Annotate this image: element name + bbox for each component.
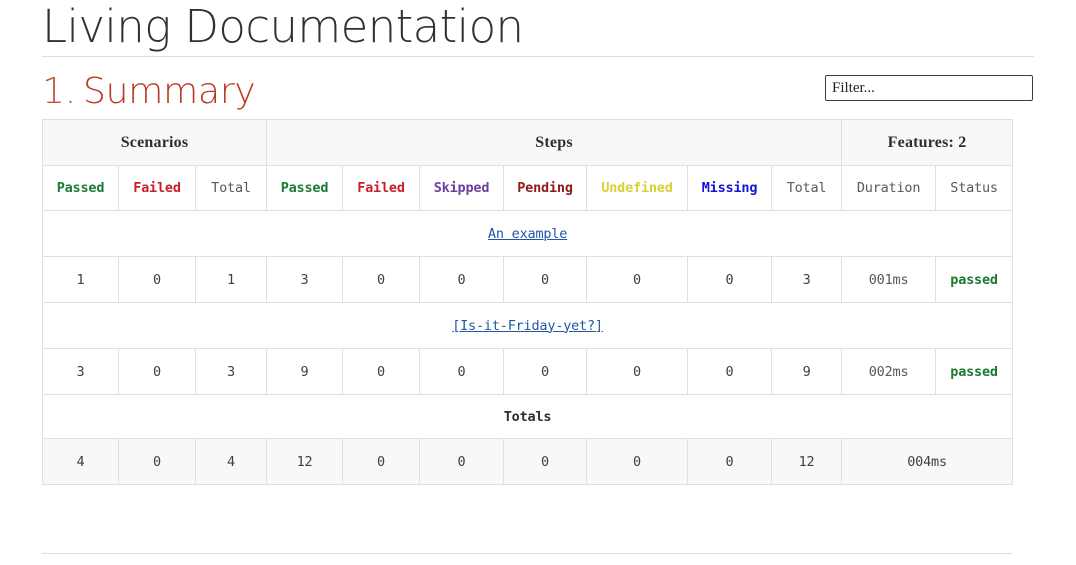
cell-steps-total: 9 (770, 348, 843, 395)
totals-steps-total: 12 (770, 438, 843, 485)
bottom-divider (42, 553, 1012, 554)
section-number: 1. (42, 71, 76, 112)
column-header-steps-skipped[interactable]: Skipped (419, 165, 504, 211)
status-badge: passed (935, 256, 1014, 303)
totals-scenarios-total: 4 (195, 438, 267, 485)
living-documentation-page: Living Documentation 1.Summary Scenarios… (0, 0, 1076, 565)
cell-steps-passed: 3 (266, 256, 343, 303)
totals-steps-failed: 0 (342, 438, 420, 485)
summary-section-header: 1. Summary (42, 57, 1034, 119)
column-header-scenarios-failed[interactable]: Failed (118, 165, 196, 211)
column-header-steps-passed[interactable]: Passed (266, 165, 343, 211)
feature-link-is-it-friday-yet[interactable]: [Is-it-Friday-yet?] (452, 318, 603, 334)
cell-steps-missing: 0 (687, 348, 772, 395)
group-header-row: Scenarios Steps Features: 2 (42, 119, 1014, 166)
table-head: Scenarios Steps Features: 2 Passed Faile… (42, 119, 1014, 211)
cell-scenarios-total: 1 (195, 256, 267, 303)
page-title: Living Documentation (42, 0, 524, 53)
cell-steps-pending: 0 (503, 256, 587, 303)
column-header-steps-total[interactable]: Total (770, 165, 843, 211)
cell-duration: 002ms (841, 348, 937, 395)
totals-scenarios-passed: 4 (42, 438, 119, 485)
feature-name-row: An example (41, 210, 1014, 257)
column-header-steps-failed[interactable]: Failed (342, 165, 420, 211)
totals-label-row: Totals (41, 394, 1014, 439)
feature-name-cell: [Is-it-Friday-yet?] (41, 302, 1014, 349)
cell-steps-pending: 0 (503, 348, 587, 395)
section-title-text: Summary (82, 71, 256, 112)
cell-steps-undefined: 0 (586, 256, 688, 303)
summary-table: Scenarios Steps Features: 2 Passed Faile… (41, 119, 1014, 485)
section-title: 1. Summary (42, 71, 256, 113)
totals-row: 4 0 4 12 0 0 0 0 0 12 004ms (42, 438, 1014, 485)
cell-scenarios-total: 3 (195, 348, 267, 395)
totals-scenarios-failed: 0 (118, 438, 196, 485)
cell-steps-passed: 9 (266, 348, 343, 395)
table-row: 3 0 3 9 0 0 0 0 0 9 002ms passed (42, 348, 1014, 395)
feature-link-an-example[interactable]: An example (488, 226, 567, 242)
column-header-duration[interactable]: Duration (841, 165, 937, 211)
cell-scenarios-passed: 1 (42, 256, 119, 303)
cell-steps-failed: 0 (342, 348, 420, 395)
totals-steps-passed: 12 (266, 438, 343, 485)
table-row: 1 0 1 3 0 0 0 0 0 3 001ms passed (42, 256, 1014, 303)
totals-steps-pending: 0 (503, 438, 587, 485)
cell-scenarios-failed: 0 (118, 348, 196, 395)
totals-steps-skipped: 0 (419, 438, 504, 485)
column-header-scenarios-total[interactable]: Total (195, 165, 267, 211)
table-body: An example 1 0 1 3 0 0 0 0 0 3 001ms pas… (41, 210, 1014, 485)
column-header-status[interactable]: Status (935, 165, 1014, 211)
cell-steps-failed: 0 (342, 256, 420, 303)
group-header-scenarios: Scenarios (42, 119, 267, 166)
cell-steps-skipped: 0 (419, 256, 504, 303)
cell-steps-total: 3 (770, 256, 843, 303)
cell-steps-skipped: 0 (419, 348, 504, 395)
totals-steps-undefined: 0 (586, 438, 688, 485)
cell-scenarios-passed: 3 (42, 348, 119, 395)
feature-name-cell: An example (41, 210, 1014, 257)
totals-label: Totals (41, 394, 1014, 439)
feature-name-row: [Is-it-Friday-yet?] (41, 302, 1014, 349)
column-header-steps-undefined[interactable]: Undefined (586, 165, 688, 211)
column-header-scenarios-passed[interactable]: Passed (42, 165, 119, 211)
cell-duration: 001ms (841, 256, 937, 303)
column-header-steps-pending[interactable]: Pending (503, 165, 587, 211)
group-header-features: Features: 2 (841, 119, 1014, 166)
cell-scenarios-failed: 0 (118, 256, 196, 303)
filter-input[interactable] (825, 75, 1033, 101)
filter-container (825, 75, 1033, 101)
cell-steps-missing: 0 (687, 256, 772, 303)
status-badge: passed (935, 348, 1014, 395)
totals-duration: 004ms (841, 438, 1014, 485)
column-header-row: Passed Failed Total Passed Failed Skippe… (42, 165, 1014, 211)
group-header-steps: Steps (265, 119, 843, 166)
cell-steps-undefined: 0 (586, 348, 688, 395)
column-header-steps-missing[interactable]: Missing (687, 165, 772, 211)
totals-steps-missing: 0 (687, 438, 772, 485)
